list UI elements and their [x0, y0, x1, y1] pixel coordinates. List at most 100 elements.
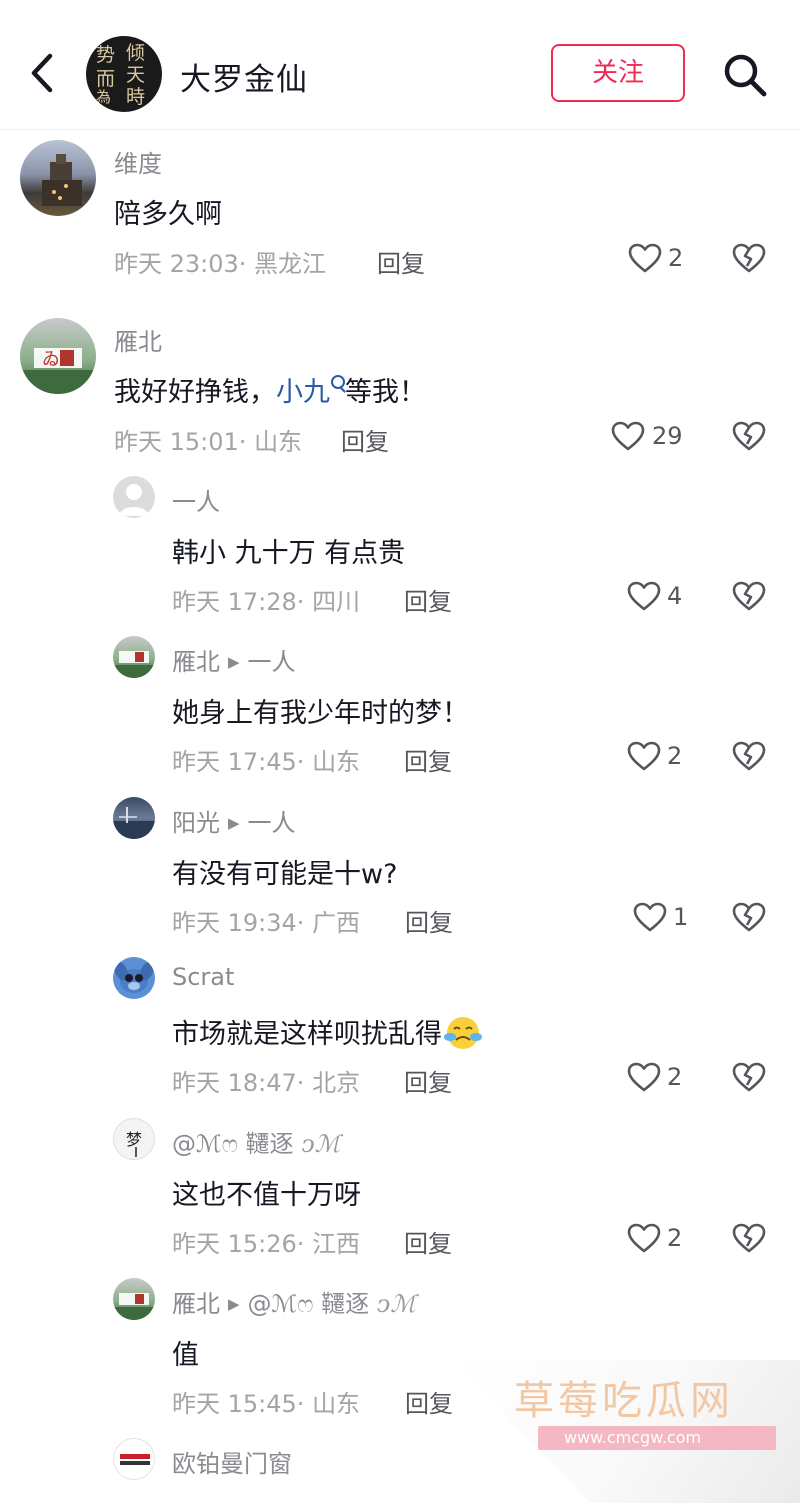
comment-username[interactable]: Scrat [172, 963, 234, 991]
comment-location: 四川 [312, 588, 361, 616]
reply-button[interactable]: 回复 [404, 742, 452, 777]
comment-meta: 昨天 19:34· 广西 [172, 909, 361, 937]
like-count: 29 [652, 422, 683, 450]
like-heart-icon[interactable] [611, 421, 645, 451]
like-heart-icon[interactable] [627, 1223, 661, 1253]
svg-text:梦: 梦 [126, 1130, 142, 1149]
comment-text: 陪多久啊 [114, 199, 222, 230]
user-avatar[interactable] [113, 1438, 155, 1480]
mention-name: 小九 [276, 377, 330, 408]
reply-author[interactable]: @ℳෆ 韆逐 [172, 1130, 294, 1158]
user-avatar[interactable]: ゐ [20, 318, 96, 394]
logo-char: 時 [126, 86, 146, 108]
reply-target[interactable]: 一人 [248, 648, 296, 676]
broken-heart-icon[interactable] [732, 420, 766, 452]
user-signature: ↄℳ [301, 1130, 341, 1158]
comment-text: 值 [172, 1340, 199, 1371]
broken-heart-icon[interactable] [732, 1222, 766, 1254]
comment-username[interactable]: 雁北 [114, 322, 162, 357]
reply-author[interactable]: 雁北 [172, 1290, 220, 1318]
like-heart-icon[interactable] [627, 581, 661, 611]
broken-heart-icon[interactable] [732, 580, 766, 612]
like-heart-icon[interactable] [633, 902, 667, 932]
like-count: 1 [673, 903, 689, 931]
comment-time: 昨天 15:01 [114, 428, 239, 456]
reply-button[interactable]: 回复 [404, 1224, 452, 1259]
comment-username[interactable]: 欧铂曼门窗 [172, 1444, 292, 1479]
comment-text: 市场就是这样呗扰乱得 [172, 1012, 484, 1051]
user-avatar[interactable] [113, 957, 155, 999]
comment-location: 山东 [254, 428, 303, 456]
comment-location: 山东 [312, 1390, 361, 1418]
comment-time: 昨天 17:28 [172, 588, 297, 616]
reply-arrow-icon: ▶ [228, 653, 240, 671]
comment-time: 昨天 15:45 [172, 1390, 297, 1418]
comment-text-part: 市场就是这样呗扰乱得 [172, 1019, 442, 1050]
reply-target[interactable]: @ℳෆ 韆逐 [248, 1290, 370, 1318]
logo-char: 倾 [126, 42, 146, 64]
user-avatar[interactable] [113, 636, 155, 678]
broken-heart-icon[interactable] [732, 901, 766, 933]
broken-heart-icon[interactable] [732, 1061, 766, 1093]
comment-username[interactable]: 一人 [172, 482, 220, 517]
like-count: 4 [667, 582, 683, 610]
comment-time: 昨天 15:26 [172, 1230, 297, 1258]
like-heart-icon[interactable] [628, 243, 662, 273]
comment-username: 阳光 ▶ 一人 [172, 803, 296, 838]
top-bar: 势 倾 天 而 為 時 大罗金仙 关注 [0, 0, 800, 130]
like-count: 2 [667, 742, 683, 770]
back-arrow-icon[interactable] [24, 50, 60, 96]
reply-button[interactable]: 回复 [405, 1384, 453, 1419]
comment-username: @ℳෆ 韆逐 ↄℳ [172, 1124, 340, 1159]
watermark-url: www.cmcgw.com [564, 1428, 702, 1447]
reply-button[interactable]: 回复 [377, 244, 425, 279]
broken-heart-icon[interactable] [732, 740, 766, 772]
comment-time: 昨天 23:03 [114, 250, 239, 278]
comment-time: 昨天 19:34 [172, 909, 297, 937]
comment-text: 韩小 九十万 有点贵 [172, 538, 406, 569]
comment-text-part: 等我！ [345, 377, 426, 408]
reply-author[interactable]: 阳光 [172, 809, 220, 837]
user-avatar[interactable]: 梦 [113, 1118, 155, 1160]
like-heart-icon[interactable] [627, 741, 661, 771]
mention-link[interactable]: 小九 [276, 375, 345, 408]
user-avatar[interactable] [113, 1278, 155, 1320]
comment-location: 广西 [312, 909, 361, 937]
like-count: 2 [668, 244, 684, 272]
comment-meta: 昨天 18:47· 北京 [172, 1069, 361, 1097]
logo-char: 為 [96, 88, 112, 106]
reply-button[interactable]: 回复 [405, 903, 453, 938]
comment-location: 北京 [312, 1069, 361, 1097]
comment-meta: 昨天 23:03· 黑龙江 [114, 250, 327, 278]
logo-char: 天 [126, 64, 146, 86]
logo-char: 而 [96, 68, 116, 90]
user-avatar[interactable] [20, 140, 96, 216]
author-name[interactable]: 大罗金仙 [180, 54, 308, 99]
comment-text: 有没有可能是十w? [172, 859, 398, 890]
author-avatar[interactable]: 势 倾 天 而 為 時 [86, 36, 162, 112]
follow-button[interactable]: 关注 [551, 44, 685, 102]
svg-text:ゐ: ゐ [42, 349, 60, 370]
reply-author[interactable]: 雁北 [172, 648, 220, 676]
site-watermark: 草莓吃瓜网 www.cmcgw.com [452, 1360, 800, 1503]
reply-button[interactable]: 回复 [404, 1063, 452, 1098]
like-heart-icon[interactable] [627, 1062, 661, 1092]
logo-char: 势 [96, 44, 116, 66]
user-avatar[interactable] [113, 476, 155, 518]
reply-button[interactable]: 回复 [404, 582, 452, 617]
crying-face-icon [444, 1017, 482, 1049]
reply-arrow-icon: ▶ [228, 814, 240, 832]
watermark-title: 草莓吃瓜网 [514, 1378, 734, 1424]
user-signature-text: ℳ [390, 1290, 416, 1318]
search-icon[interactable] [722, 52, 768, 98]
comment-time: 昨天 17:45 [172, 748, 297, 776]
reply-button[interactable]: 回复 [341, 422, 389, 457]
comment-meta: 昨天 15:45· 山东 [172, 1390, 361, 1418]
reply-target[interactable]: 一人 [248, 809, 296, 837]
reply-arrow-icon: ▶ [228, 1295, 240, 1313]
comment-text: 我好好挣钱，小九 等我！ [114, 370, 426, 409]
comment-meta: 昨天 17:28· 四川 [172, 588, 361, 616]
comment-username[interactable]: 维度 [114, 144, 162, 179]
user-avatar[interactable] [113, 797, 155, 839]
broken-heart-icon[interactable] [732, 242, 766, 274]
